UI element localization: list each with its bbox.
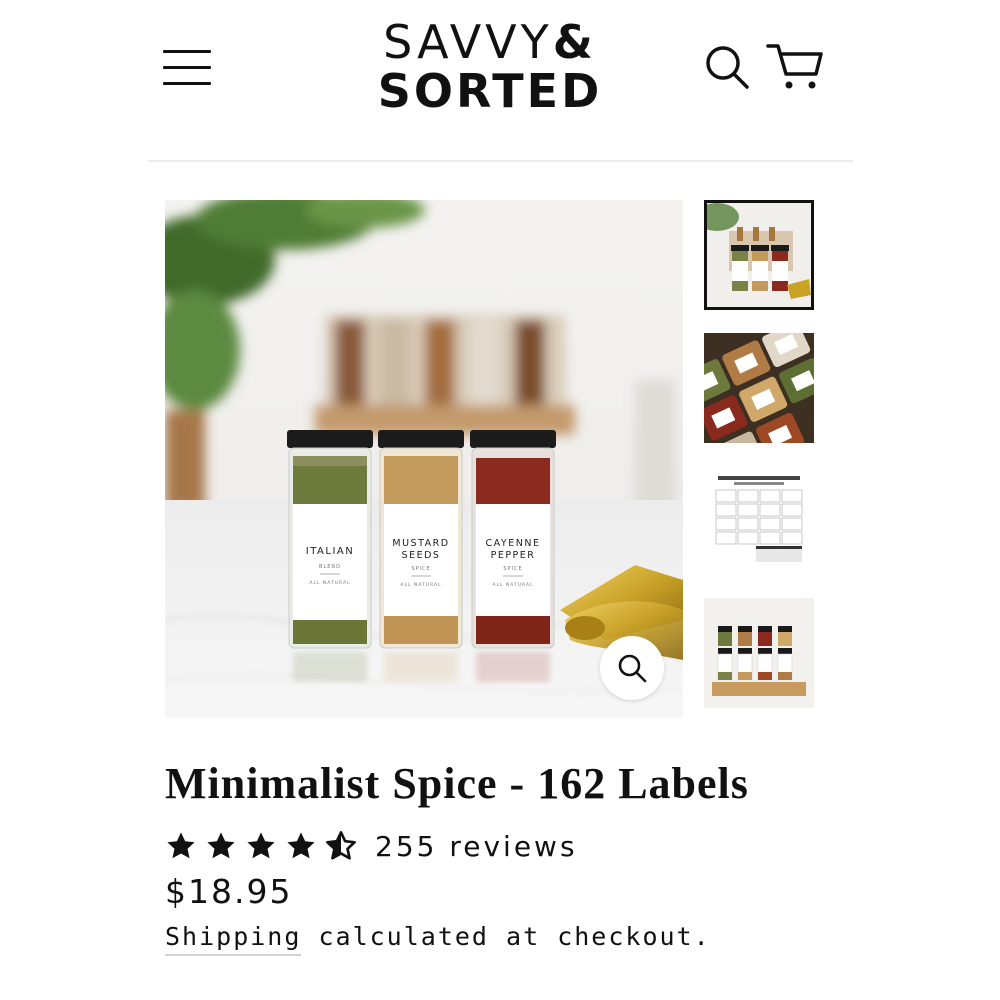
logo-text-savvy: SAVVY [383,15,553,69]
logo[interactable]: SAVVY& SORTED [360,18,620,116]
shipping-note-text: calculated at checkout. [301,922,711,951]
svg-text:BLEND: BLEND [319,564,341,570]
svg-text:SEEDS: SEEDS [402,550,441,561]
thumbnail-1[interactable] [704,200,814,310]
hamburger-menu-icon [163,50,211,53]
shipping-policy-link[interactable]: Shipping [165,922,302,956]
svg-text:SPICE: SPICE [503,566,522,572]
zoom-icon [618,654,647,683]
zoom-button[interactable] [600,636,664,700]
search-button[interactable] [704,44,750,90]
product-rating[interactable]: 255 reviews [165,826,578,866]
main-product-image[interactable]: ITALIAN BLEND ALL NATURAL MUSTARD SEEDS … [165,200,683,718]
rating-stars [165,830,365,862]
header-divider [148,160,853,162]
menu-button[interactable] [163,50,211,86]
cart-icon [766,44,823,89]
star-full-icon [207,832,235,859]
svg-text:SPICE: SPICE [411,566,430,572]
thumbnail-2[interactable] [704,333,814,443]
svg-text:CAYENNE: CAYENNE [486,538,541,549]
svg-text:PEPPER: PEPPER [491,550,536,561]
svg-text:ALL NATURAL: ALL NATURAL [492,582,533,588]
svg-text:MUSTARD: MUSTARD [392,538,449,549]
star-full-icon [247,832,275,859]
jar-cayenne-pepper: CAYENNE PEPPER SPICE ALL NATURAL [470,430,556,649]
product-price: $18.95 [165,872,293,911]
svg-text:ITALIAN: ITALIAN [306,546,354,557]
product-title: Minimalist Spice - 162 Labels [165,759,749,808]
jar-italian: ITALIAN BLEND ALL NATURAL [287,430,373,649]
star-full-icon [167,832,195,859]
logo-text-sorted: SORTED [377,64,603,118]
thumbnail-4[interactable] [704,598,814,708]
review-count: 255 reviews [375,829,578,863]
svg-text:ALL NATURAL: ALL NATURAL [309,580,350,586]
search-icon [706,46,749,89]
cart-button[interactable] [766,42,824,92]
jar-mustard-seeds: MUSTARD SEEDS SPICE ALL NATURAL [378,430,464,649]
shipping-note: Shipping calculated at checkout. [165,922,711,956]
svg-text:ALL NATURAL: ALL NATURAL [400,582,441,588]
star-full-icon [287,832,315,859]
star-half-icon [326,831,356,860]
logo-ampersand: & [552,15,597,69]
thumbnail-3[interactable] [704,466,814,576]
